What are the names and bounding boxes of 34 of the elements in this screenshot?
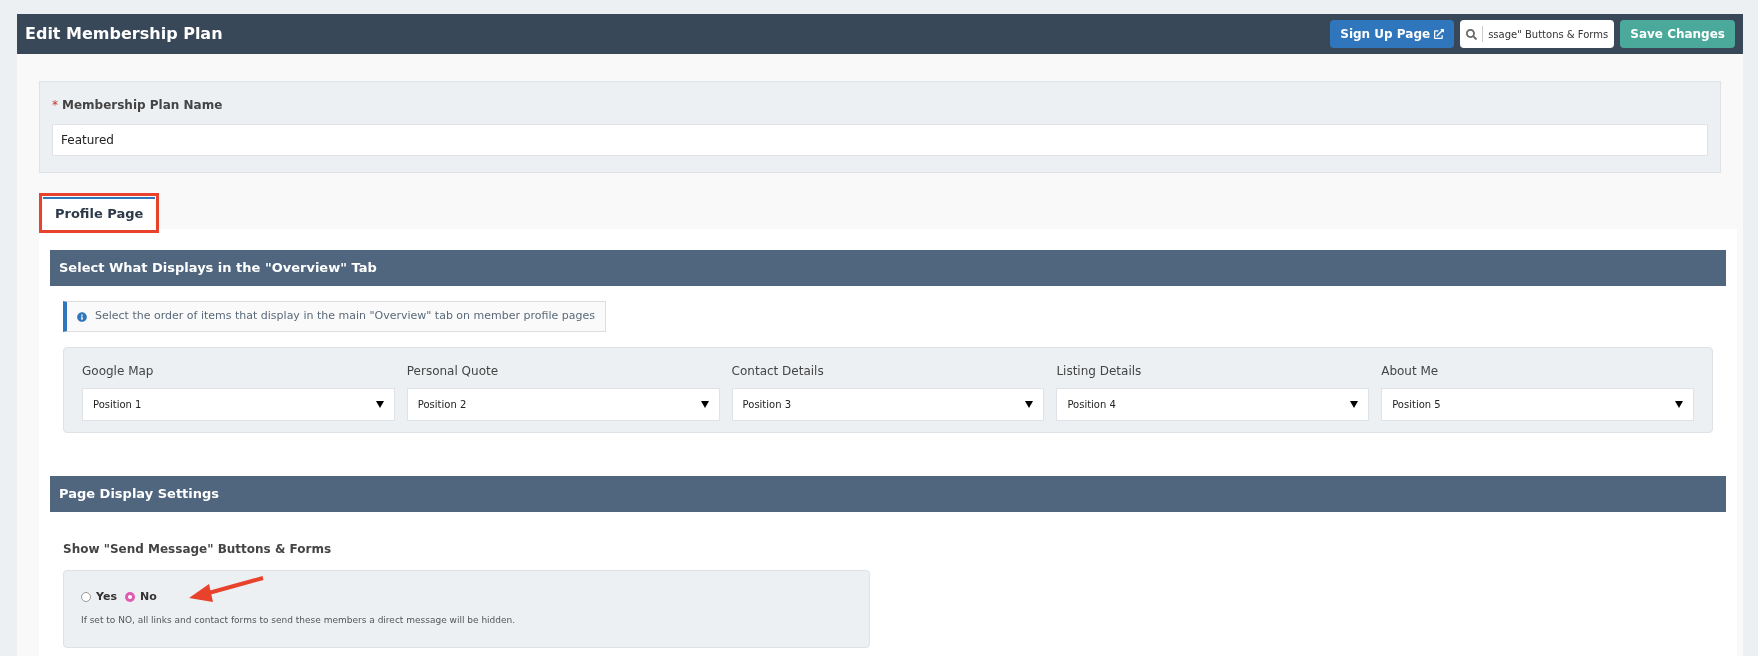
position-label: Listing Details [1056, 363, 1143, 380]
sign-up-page-button[interactable]: Sign Up Page [1330, 20, 1455, 48]
page-title: Edit Membership Plan [25, 23, 223, 45]
caret-icon [1350, 401, 1359, 408]
search-field[interactable]: ssage" Buttons & Forms [1460, 20, 1615, 48]
search-icon [1466, 28, 1478, 40]
section-title: Page Display Settings [59, 485, 220, 504]
radio-option[interactable]: Yes [81, 589, 117, 606]
position-select[interactable]: Position 3 [731, 388, 1045, 421]
field-label: Membership Plan Name [62, 97, 223, 114]
help-text: If set to NO, all links and contact forms to send these members a direct message will be hidden. [81, 613, 517, 627]
info-text: Select the order of items that display in the main "Overview" tab on member profile pages [95, 308, 595, 325]
external-link-icon [1434, 29, 1445, 39]
caret-icon [1675, 401, 1683, 408]
radio-option[interactable]: No [124, 589, 157, 606]
position-select[interactable]: Position 5 [1381, 388, 1694, 421]
position-label: About Me [1381, 363, 1440, 380]
required-asterisk: * [52, 97, 58, 114]
position-select[interactable]: Position 1 [82, 388, 395, 421]
position-select[interactable]: Position 4 [1056, 388, 1370, 421]
caret-icon [700, 401, 709, 408]
position-label: Personal Quote [406, 363, 500, 380]
radio-button[interactable] [81, 592, 91, 603]
position-label: Google Map [82, 363, 155, 380]
caret-icon [1025, 401, 1034, 408]
position-label: Contact Details [731, 363, 825, 380]
caret-icon [375, 401, 384, 408]
plan-name-field[interactable]: Featured [52, 124, 1708, 156]
info-icon [77, 311, 87, 322]
radio-button[interactable] [124, 592, 135, 603]
setting-label: Show "Send Message" Buttons & Forms [63, 542, 332, 556]
position-select[interactable]: Position 2 [406, 388, 720, 421]
section-title: Select What Displays in the "Overview" Tab [59, 259, 377, 278]
tab[interactable]: Profile Page [43, 197, 156, 229]
